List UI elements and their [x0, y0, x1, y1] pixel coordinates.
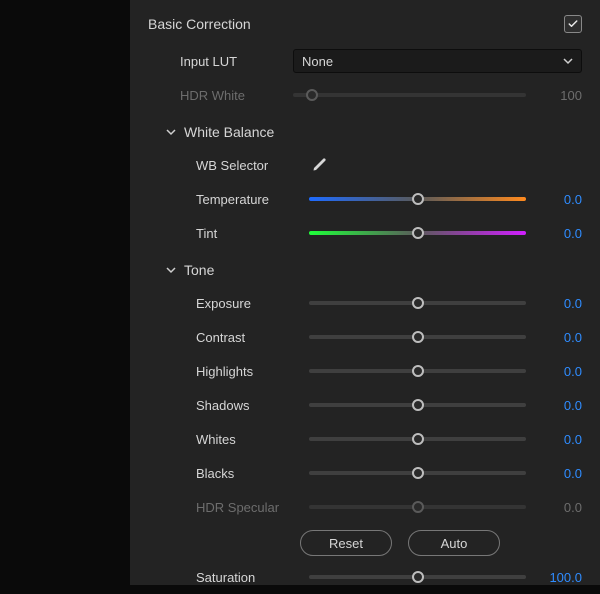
blacks-value[interactable]: 0.0: [536, 466, 582, 481]
contrast-slider[interactable]: [309, 335, 526, 339]
white-balance-section-toggle[interactable]: White Balance: [148, 116, 582, 148]
hdr-specular-value: 0.0: [536, 500, 582, 515]
exposure-value[interactable]: 0.0: [536, 296, 582, 311]
highlights-value[interactable]: 0.0: [536, 364, 582, 379]
saturation-slider[interactable]: [309, 575, 526, 579]
panel-title: Basic Correction: [148, 16, 251, 32]
whites-value[interactable]: 0.0: [536, 432, 582, 447]
wb-selector-label: WB Selector: [196, 158, 301, 173]
chevron-down-icon: [563, 54, 573, 69]
saturation-value[interactable]: 100.0: [536, 570, 582, 585]
auto-button[interactable]: Auto: [408, 530, 500, 556]
hdr-specular-slider: [309, 505, 526, 509]
saturation-label: Saturation: [196, 570, 301, 585]
chevron-down-icon: [164, 127, 178, 137]
hdr-white-label: HDR White: [180, 88, 285, 103]
chevron-down-icon: [164, 265, 178, 275]
input-lut-value: None: [302, 54, 333, 69]
basic-correction-panel: Basic Correction Input LUT None HDR Whit…: [130, 0, 600, 585]
shadows-label: Shadows: [196, 398, 301, 413]
input-lut-label: Input LUT: [180, 54, 285, 69]
panel-enable-checkbox[interactable]: [564, 15, 582, 33]
whites-slider[interactable]: [309, 437, 526, 441]
input-lut-select[interactable]: None: [293, 49, 582, 73]
reset-button[interactable]: Reset: [300, 530, 392, 556]
shadows-slider[interactable]: [309, 403, 526, 407]
temperature-value[interactable]: 0.0: [536, 192, 582, 207]
exposure-slider[interactable]: [309, 301, 526, 305]
contrast-value[interactable]: 0.0: [536, 330, 582, 345]
hdr-white-value: 100: [536, 88, 582, 103]
hdr-white-slider: [293, 93, 526, 97]
tint-slider[interactable]: [309, 231, 526, 235]
blacks-slider[interactable]: [309, 471, 526, 475]
blacks-label: Blacks: [196, 466, 301, 481]
white-balance-title: White Balance: [184, 124, 274, 140]
tone-section-toggle[interactable]: Tone: [148, 254, 582, 286]
temperature-label: Temperature: [196, 192, 301, 207]
check-icon: [567, 18, 579, 30]
eyedropper-button[interactable]: [309, 155, 329, 175]
tint-label: Tint: [196, 226, 301, 241]
whites-label: Whites: [196, 432, 301, 447]
highlights-slider[interactable]: [309, 369, 526, 373]
tone-title: Tone: [184, 262, 214, 278]
temperature-slider[interactable]: [309, 197, 526, 201]
exposure-label: Exposure: [196, 296, 301, 311]
tint-value[interactable]: 0.0: [536, 226, 582, 241]
shadows-value[interactable]: 0.0: [536, 398, 582, 413]
eyedropper-icon: [311, 157, 327, 173]
highlights-label: Highlights: [196, 364, 301, 379]
hdr-specular-label: HDR Specular: [196, 500, 301, 515]
contrast-label: Contrast: [196, 330, 301, 345]
